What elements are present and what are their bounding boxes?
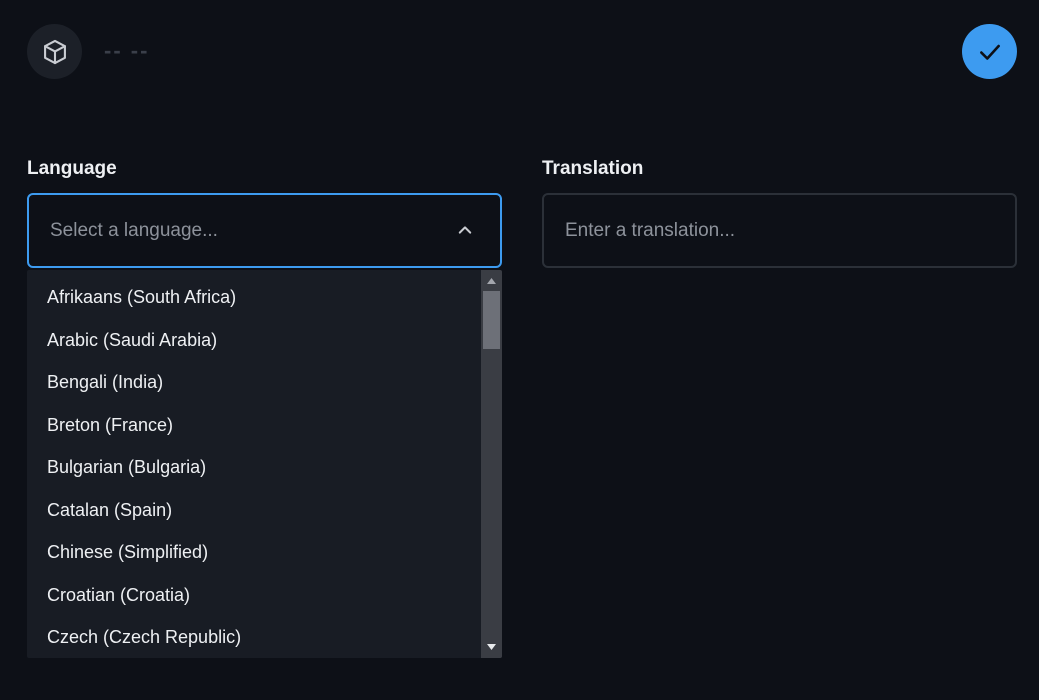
scroll-up-arrow-icon[interactable] xyxy=(481,272,502,290)
translation-editor: -- -- Language Select a language... Tran… xyxy=(0,0,1039,700)
language-option[interactable]: Chinese (Simplified) xyxy=(27,531,481,574)
language-select-placeholder: Select a language... xyxy=(50,220,218,241)
dropdown-scrollbar[interactable] xyxy=(481,270,502,658)
language-option[interactable]: Croatian (Croatia) xyxy=(27,574,481,617)
scrollbar-thumb[interactable] xyxy=(483,291,500,349)
scroll-down-arrow-icon[interactable] xyxy=(481,638,502,656)
language-label: Language xyxy=(27,158,117,179)
language-option[interactable]: Bengali (India) xyxy=(27,361,481,404)
language-option[interactable]: Arabic (Saudi Arabia) xyxy=(27,319,481,362)
language-option[interactable]: Catalan (Spain) xyxy=(27,489,481,532)
cube-icon-badge xyxy=(27,24,82,79)
language-dropdown: Afrikaans (South Africa) Arabic (Saudi A… xyxy=(27,270,502,658)
language-option[interactable]: Breton (France) xyxy=(27,404,481,447)
language-option[interactable]: Bulgarian (Bulgaria) xyxy=(27,446,481,489)
language-option[interactable]: Afrikaans (South Africa) xyxy=(27,276,481,319)
check-icon xyxy=(979,44,1000,60)
language-select[interactable]: Select a language... xyxy=(27,193,502,268)
cube-icon xyxy=(43,39,66,64)
page-title: -- -- xyxy=(104,38,150,63)
confirm-button[interactable] xyxy=(962,24,1017,79)
translation-field xyxy=(542,193,1017,268)
language-option[interactable]: Czech (Czech Republic) xyxy=(27,616,481,658)
translation-label: Translation xyxy=(542,158,644,179)
translation-input[interactable] xyxy=(544,195,1015,266)
language-options-list: Afrikaans (South Africa) Arabic (Saudi A… xyxy=(27,270,481,658)
chevron-up-icon[interactable] xyxy=(456,221,474,239)
